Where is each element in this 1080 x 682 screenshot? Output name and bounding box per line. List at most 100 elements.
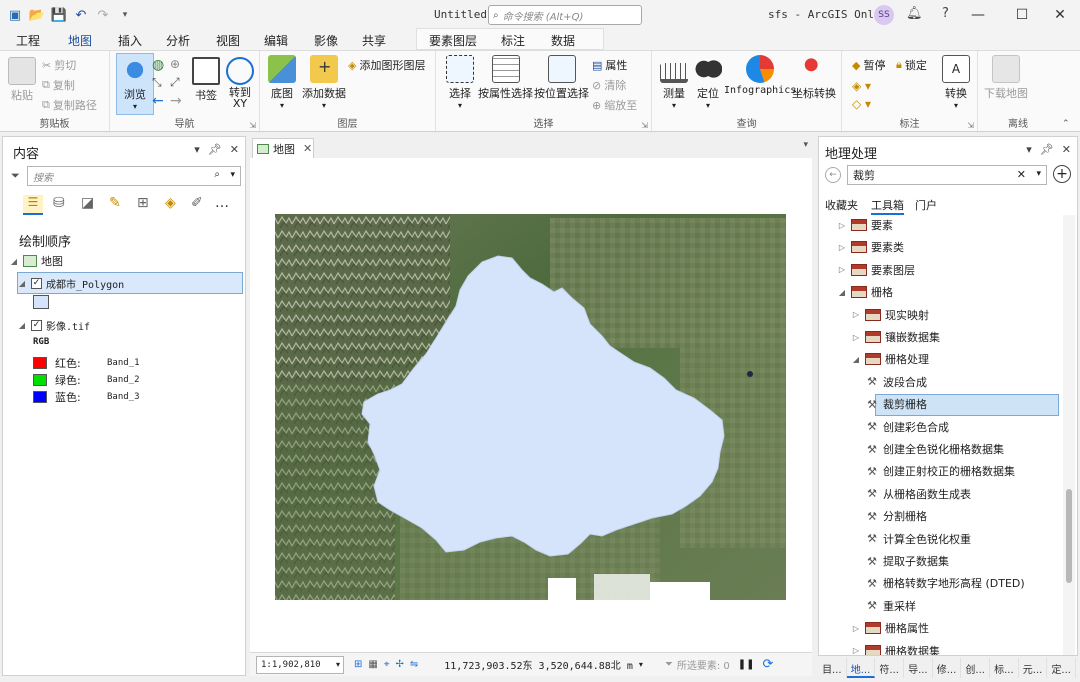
- add-data-button[interactable]: + 添加数据 ▾: [302, 55, 346, 110]
- correction-icon[interactable]: ⇋: [410, 659, 418, 670]
- pane-menu-icon[interactable]: ▾: [1026, 143, 1032, 156]
- chevron-down-icon[interactable]: ▾: [230, 170, 235, 180]
- infographics-button[interactable]: Infographics: [724, 55, 796, 96]
- labeling-view-icon[interactable]: ◈: [165, 195, 176, 211]
- tab-share[interactable]: 共享: [362, 32, 386, 49]
- tool-search-input[interactable]: 裁剪 ✕ ▾: [847, 165, 1047, 185]
- pane-menu-icon[interactable]: ▾: [194, 143, 200, 156]
- back-arrow-icon[interactable]: ←: [825, 167, 841, 183]
- undo-icon[interactable]: ↶: [72, 6, 90, 24]
- map-canvas[interactable]: [250, 158, 812, 652]
- toolbox-item[interactable]: ▷ 要素: [837, 217, 893, 233]
- selection-view-icon[interactable]: ◪: [81, 195, 94, 211]
- expand-triangle-icon[interactable]: ▷: [851, 310, 861, 319]
- close-icon[interactable]: ✕: [1062, 143, 1071, 156]
- tab-toolboxes[interactable]: 工具箱: [871, 197, 904, 215]
- expand-triangle-icon[interactable]: ▷: [837, 265, 847, 274]
- label-tag-icon[interactable]: ◇ ▾: [852, 97, 871, 111]
- bottom-tab[interactable]: 导...: [904, 658, 933, 678]
- forward-icon[interactable]: →: [170, 93, 182, 109]
- select-button[interactable]: 选择 ▾: [446, 55, 474, 110]
- tab-data[interactable]: 数据: [551, 32, 575, 49]
- tool-item[interactable]: ⚒ 从栅格函数生成表: [865, 486, 971, 502]
- expand-triangle-icon[interactable]: ▷: [851, 624, 861, 633]
- tab-analysis[interactable]: 分析: [166, 32, 190, 49]
- tab-map-view[interactable]: 地图 ✕: [252, 138, 314, 158]
- toolbox-item[interactable]: ◢ 栅格: [837, 284, 893, 300]
- bottom-tab[interactable]: 地...: [846, 658, 876, 678]
- snapping-view-icon[interactable]: ⊞: [137, 195, 149, 211]
- minimize-button[interactable]: —: [964, 4, 992, 26]
- add-icon[interactable]: +: [1053, 165, 1071, 183]
- zoom-out-icon[interactable]: ⤢: [170, 75, 180, 90]
- filter-icon[interactable]: ⏷: [665, 659, 673, 670]
- tool-item[interactable]: ⚒ 波段合成: [865, 374, 927, 390]
- tool-item[interactable]: ⚒ 创建彩色合成: [865, 419, 949, 435]
- scale-selector[interactable]: 1:1,902,810 ▾: [256, 655, 344, 674]
- tab-insert[interactable]: 插入: [118, 32, 142, 49]
- pause-drawing-icon[interactable]: ❚❚: [738, 659, 755, 670]
- contents-search-input[interactable]: 搜索 ⌕ ▾: [27, 166, 241, 186]
- tool-item[interactable]: ⚒ 裁剪栅格: [865, 396, 927, 412]
- tab-map[interactable]: 地图: [68, 32, 93, 53]
- copy-button[interactable]: ⧉ 复制: [42, 77, 75, 93]
- more-icon[interactable]: …: [215, 195, 229, 211]
- tab-feature-layer[interactable]: 要素图层: [429, 32, 477, 49]
- customize-qat-icon[interactable]: ▾: [116, 6, 134, 24]
- toolbox-item[interactable]: ▷ 栅格数据集: [851, 643, 940, 655]
- bottom-tab[interactable]: 目...: [818, 658, 847, 678]
- download-map-button[interactable]: 下载地图: [984, 55, 1028, 101]
- bottom-tab[interactable]: 符...: [875, 658, 905, 678]
- add-graphics-layer-button[interactable]: ◈ 添加图形图层: [348, 57, 425, 73]
- scrollbar[interactable]: [1063, 215, 1075, 655]
- toolbox-item[interactable]: ▷ 现实映射: [851, 307, 929, 323]
- polygon-symbol-swatch[interactable]: [33, 295, 49, 309]
- table-grid-icon[interactable]: ▦: [368, 659, 377, 670]
- layer-raster[interactable]: ◢ ✓ 影像.tif: [17, 318, 90, 333]
- select-by-location-button[interactable]: 按位置选择: [534, 55, 589, 101]
- close-button[interactable]: ✕: [1046, 4, 1074, 26]
- charts-view-icon[interactable]: ✐: [191, 195, 203, 211]
- tab-project[interactable]: 工程: [16, 32, 40, 49]
- convert-labels-button[interactable]: A 转换 ▾: [942, 55, 970, 110]
- avatar[interactable]: SS: [874, 5, 894, 25]
- pause-labeling-button[interactable]: ◆ 暂停: [852, 57, 885, 73]
- zoom-to-selection-button[interactable]: ⊕ 缩放至: [592, 97, 637, 113]
- tab-view[interactable]: 视图: [216, 32, 240, 49]
- dialog-launcher-icon[interactable]: ⇲: [249, 121, 256, 130]
- expand-triangle-icon[interactable]: ▷: [851, 333, 861, 342]
- select-by-attributes-button[interactable]: 按属性选择: [478, 55, 533, 101]
- back-icon[interactable]: ←: [152, 93, 164, 109]
- close-icon[interactable]: ✕: [230, 143, 239, 156]
- clear-selection-button[interactable]: ⊘ 清除: [592, 77, 626, 93]
- bookmarks-button[interactable]: 书签: [192, 57, 220, 103]
- grid-snap-icon[interactable]: ✢: [395, 659, 403, 670]
- red-swatch[interactable]: [33, 357, 47, 369]
- attributes-button[interactable]: ▤ 属性: [592, 57, 627, 73]
- tool-item[interactable]: ⚒ 重采样: [865, 598, 916, 614]
- maximize-button[interactable]: ☐: [1008, 4, 1036, 26]
- filter-icon[interactable]: ⏷: [11, 169, 20, 183]
- lock-labeling-button[interactable]: 🔒︎ 锁定: [896, 57, 927, 73]
- open-icon[interactable]: 📂: [28, 6, 46, 24]
- tool-item[interactable]: ⚒ 分割栅格: [865, 508, 927, 524]
- bottom-tab[interactable]: 标...: [990, 658, 1019, 678]
- toolbox-item[interactable]: ▷ 镶嵌数据集: [851, 329, 940, 345]
- layer-visibility-checkbox[interactable]: ✓: [31, 320, 42, 331]
- fixed-zoom-icon[interactable]: ⊕: [170, 57, 180, 71]
- scrollbar-thumb[interactable]: [1066, 489, 1072, 583]
- collapse-triangle-icon[interactable]: ◢: [9, 257, 19, 266]
- toolbox-item[interactable]: ◢ 栅格处理: [851, 351, 929, 367]
- expand-triangle-icon[interactable]: ▷: [837, 243, 847, 252]
- full-extent-icon[interactable]: ◍: [152, 57, 164, 73]
- chevron-down-icon[interactable]: ▾: [1036, 169, 1041, 179]
- pin-icon[interactable]: 📌︎: [208, 143, 222, 156]
- clear-search-icon[interactable]: ✕: [1017, 168, 1026, 181]
- snapping-icon[interactable]: ⌖: [384, 659, 390, 670]
- locate-button[interactable]: 定位 ▾: [694, 55, 722, 110]
- tab-labeling[interactable]: 标注: [501, 32, 525, 49]
- convert-coordinates-button[interactable]: 坐标转换: [792, 55, 836, 101]
- bottom-tab[interactable]: 创...: [961, 658, 991, 678]
- tab-favorites[interactable]: 收藏夹: [825, 197, 858, 213]
- editing-view-icon[interactable]: ✎: [109, 195, 121, 211]
